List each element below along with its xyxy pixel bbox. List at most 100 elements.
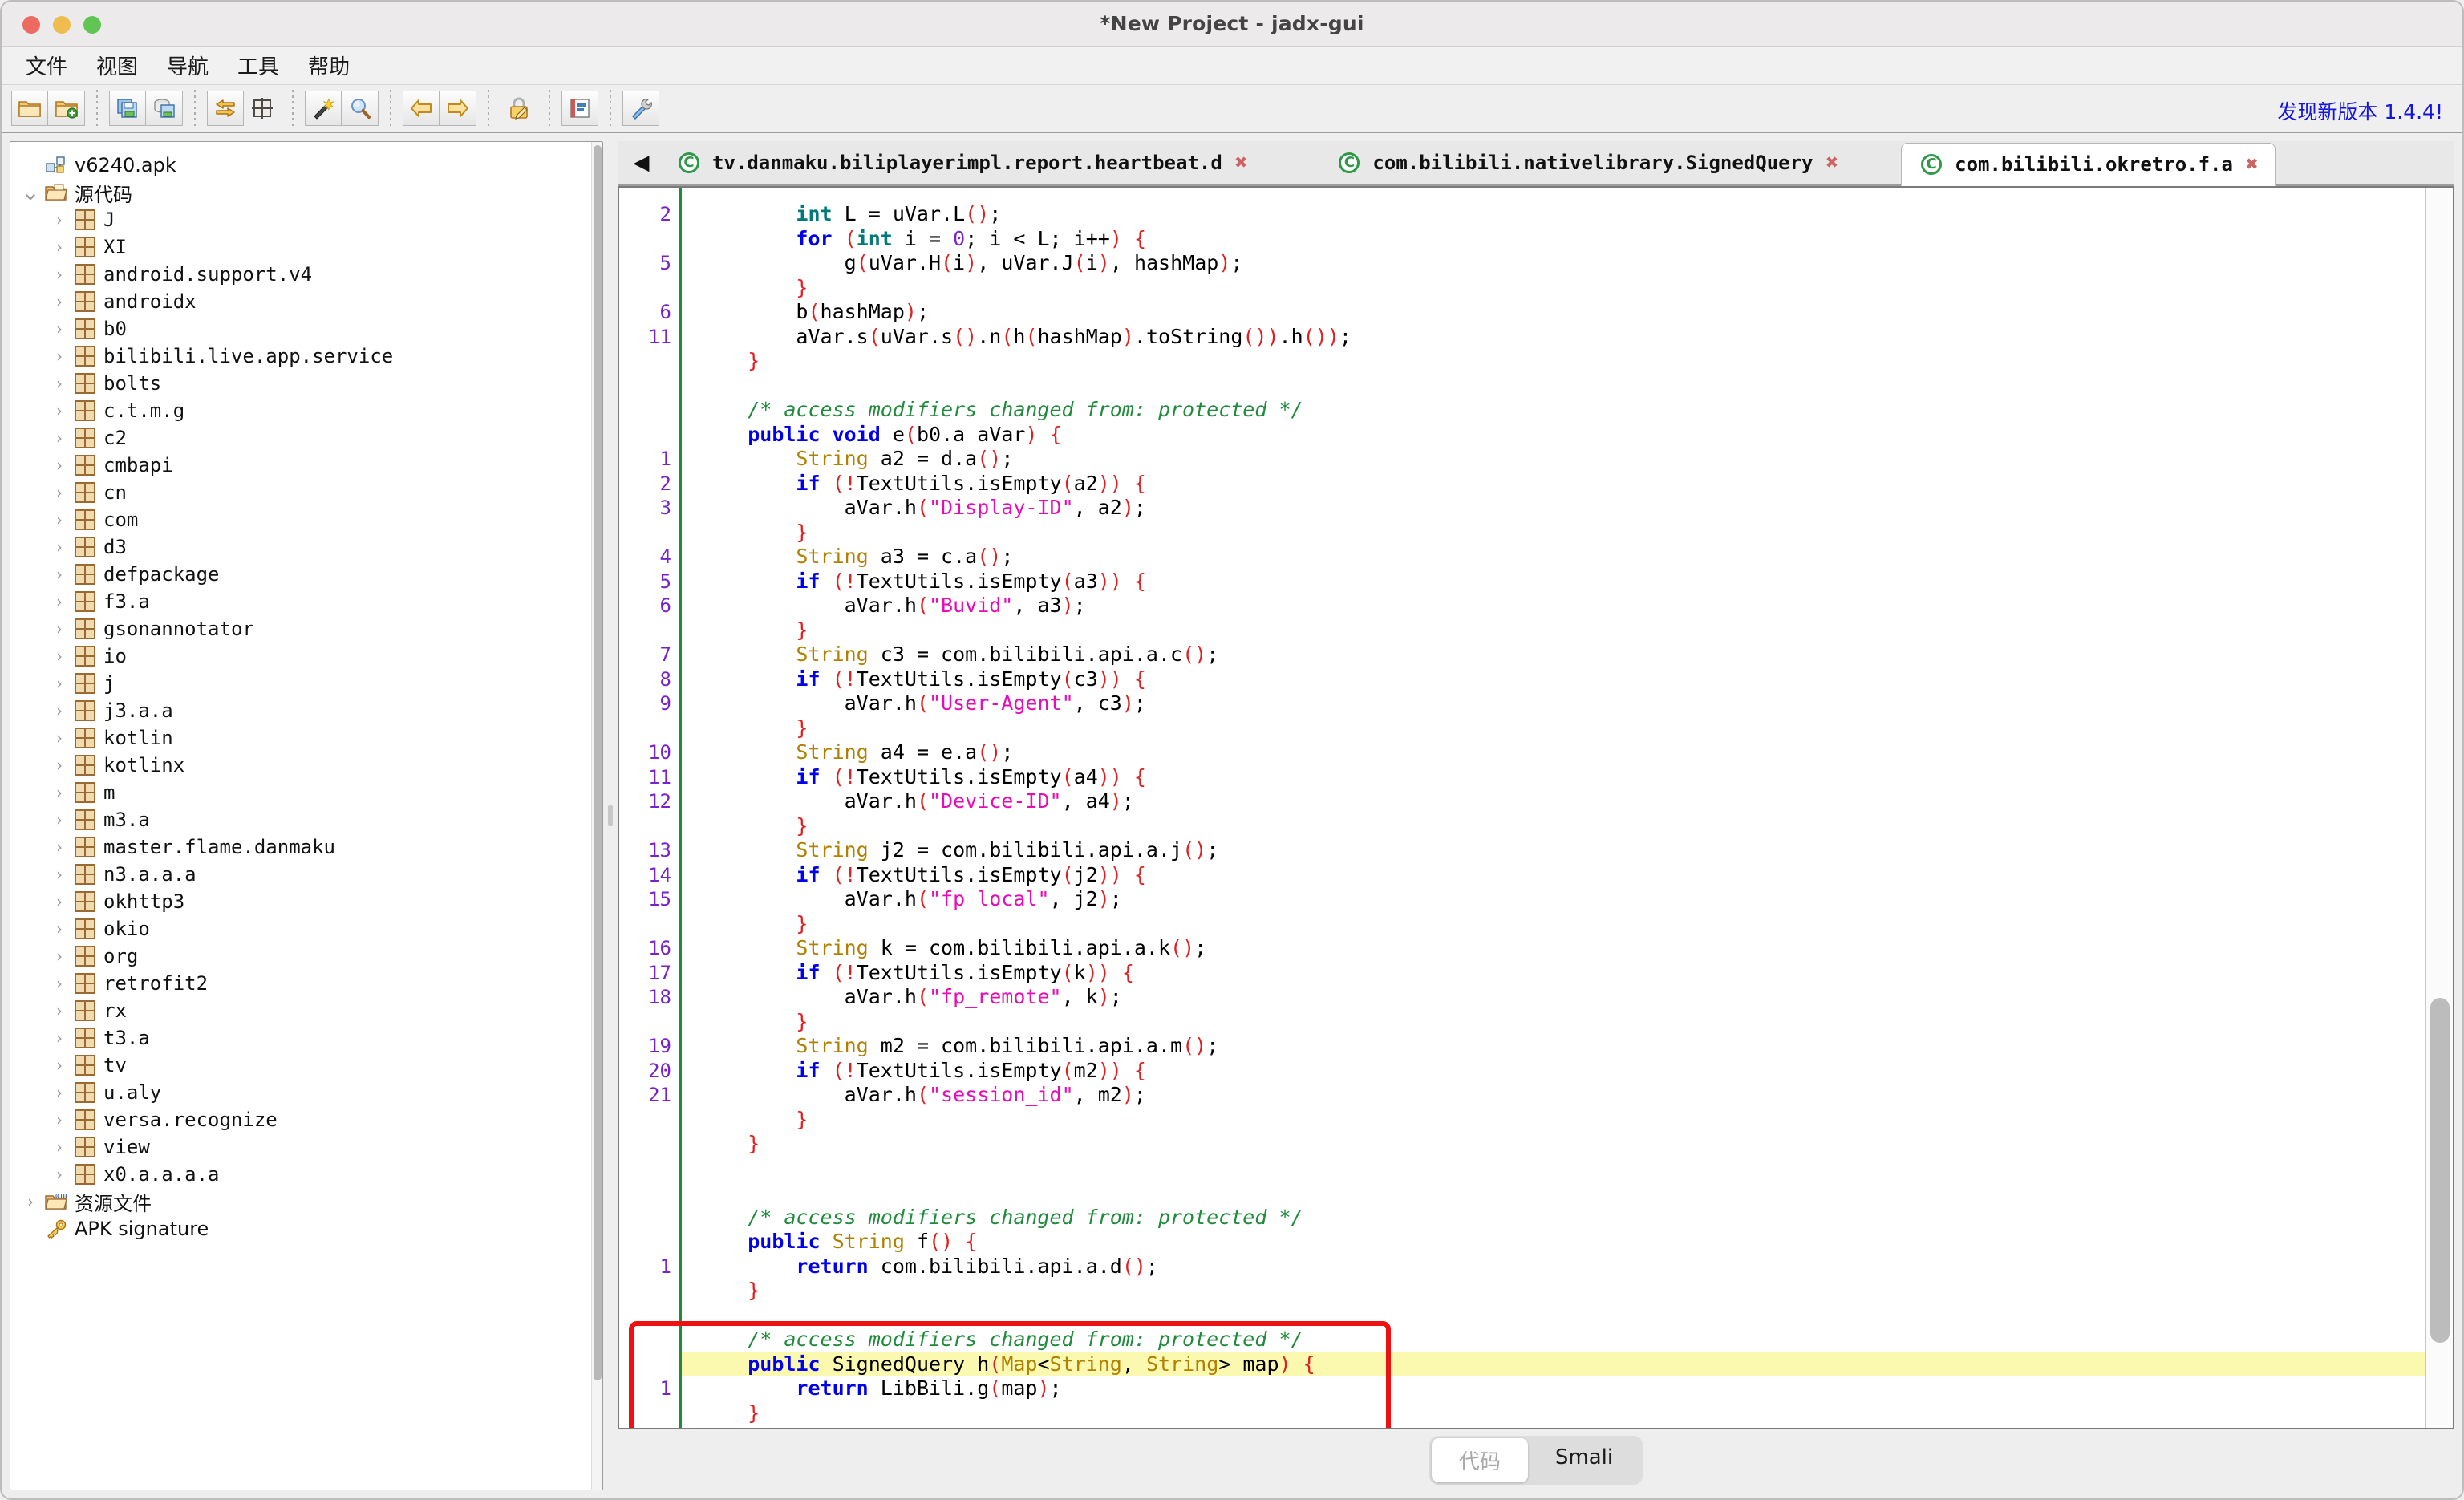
chevron-right-icon[interactable]: › (47, 292, 71, 311)
chevron-right-icon[interactable]: › (47, 483, 71, 502)
tab-signedquery[interactable]: C com.bilibili.nativelibrary.SignedQuery… (1319, 141, 1855, 184)
tree-node[interactable]: › c.t.m.g (47, 397, 602, 424)
code-view[interactable]: 2 5 6 11 1 2 3 4 5 6 7 8 9 10 11 12 13 14 15 16 17 18 19 20 21 1 1… (618, 186, 2454, 1429)
code-content[interactable]: int L = uVar.L(); for (int i = 0; i < L;… (682, 188, 2453, 1428)
chevron-right-icon[interactable]: › (47, 619, 71, 639)
chevron-right-icon[interactable]: › (47, 1028, 71, 1048)
chevron-right-icon[interactable]: › (47, 428, 71, 448)
tab-okretro-f-a[interactable]: C com.bilibili.okretro.f.a ✖ (1901, 143, 2276, 186)
chevron-right-icon[interactable]: › (47, 1110, 71, 1129)
chevron-right-icon[interactable]: › (47, 265, 71, 284)
tree-node[interactable]: › x0.a.a.a.a (47, 1161, 602, 1188)
chevron-right-icon[interactable]: › (47, 1001, 71, 1020)
chevron-right-icon[interactable]: › (18, 1192, 43, 1211)
tree-node[interactable]: › org (47, 943, 602, 970)
tree-node[interactable]: › okhttp3 (47, 888, 602, 915)
tab-code[interactable]: 代码 (1431, 1437, 1528, 1482)
tab-close-icon[interactable]: ✖ (1235, 152, 1248, 173)
tree-node[interactable]: › rx (47, 997, 602, 1024)
open-file-icon[interactable] (11, 91, 48, 126)
chevron-right-icon[interactable]: › (47, 728, 71, 748)
save-all-icon[interactable] (109, 91, 146, 126)
decompile-icon[interactable] (500, 91, 537, 126)
tree-node[interactable]: v6240.apk (18, 152, 602, 179)
deobfuscation-icon[interactable] (305, 91, 342, 126)
sidebar-vertical-scrollbar[interactable] (591, 142, 602, 1490)
code-vertical-scrollbar[interactable] (2426, 188, 2453, 1428)
tree-node[interactable]: › j (47, 670, 602, 697)
tab-close-icon[interactable]: ✖ (2246, 154, 2259, 175)
chevron-right-icon[interactable]: › (47, 565, 71, 584)
tab-smali[interactable]: Smali (1528, 1438, 1640, 1482)
chevron-right-icon[interactable]: › (47, 783, 71, 802)
tree-node[interactable]: › t3.a (47, 1024, 602, 1052)
tree-node[interactable]: › m3.a (47, 806, 602, 833)
chevron-right-icon[interactable]: › (47, 456, 71, 475)
chevron-right-icon[interactable]: › (47, 537, 71, 557)
chevron-right-icon[interactable]: › (47, 1056, 71, 1075)
chevron-down-icon[interactable]: ⌄ (18, 181, 43, 204)
code-scroll-thumb[interactable] (2430, 998, 2450, 1343)
tree-node[interactable]: › view (47, 1133, 602, 1161)
chevron-right-icon[interactable]: › (47, 237, 71, 257)
menu-file[interactable]: 文件 (13, 47, 80, 83)
chevron-right-icon[interactable]: › (47, 947, 71, 966)
chevron-right-icon[interactable]: › (47, 1137, 71, 1157)
tree-node[interactable]: › XI (47, 233, 602, 261)
chevron-right-icon[interactable]: › (47, 374, 71, 393)
tree-node[interactable]: ⌄ 源代码 (18, 179, 602, 206)
tree-node[interactable]: › 010 资源文件 (18, 1188, 602, 1215)
chevron-right-icon[interactable]: › (47, 1165, 71, 1184)
tree-node[interactable]: APK signature (18, 1215, 602, 1243)
sidebar-scroll-thumb[interactable] (594, 145, 602, 1380)
tree-node[interactable]: › kotlinx (47, 752, 602, 779)
chevron-right-icon[interactable]: › (47, 865, 71, 884)
tree-node[interactable]: › c2 (47, 424, 602, 452)
back-icon[interactable] (403, 91, 440, 126)
export-gradle-icon[interactable] (146, 91, 183, 126)
chevron-right-icon[interactable]: › (47, 837, 71, 857)
tree-node[interactable]: › tv (47, 1052, 602, 1079)
menu-navigation[interactable]: 导航 (154, 47, 221, 83)
chevron-right-icon[interactable]: › (47, 401, 71, 420)
minimize-window-button[interactable] (53, 16, 71, 34)
tree-node[interactable]: › bolts (47, 370, 602, 397)
tree-node[interactable]: › cmbapi (47, 452, 602, 479)
chevron-right-icon[interactable]: › (47, 810, 71, 829)
chevron-right-icon[interactable]: › (47, 701, 71, 720)
sync-icon[interactable] (207, 91, 244, 126)
tree-node[interactable]: › master.flame.danmaku (47, 833, 602, 861)
search-icon[interactable] (342, 91, 379, 126)
tab-heartbeat-d[interactable]: C tv.danmaku.biliplayerimpl.report.heart… (659, 141, 1264, 184)
tree-node[interactable]: › androidx (47, 288, 602, 315)
chevron-right-icon[interactable]: › (47, 647, 71, 666)
chevron-right-icon[interactable]: › (47, 919, 71, 939)
tree-node[interactable]: › gsonannotator (47, 615, 602, 643)
tree-node[interactable]: › io (47, 643, 602, 670)
tab-scroll-left-button[interactable]: ◀ (624, 141, 659, 184)
close-window-button[interactable] (22, 16, 40, 34)
chevron-right-icon[interactable]: › (47, 756, 71, 775)
tree-node[interactable]: › j3.a.a (47, 697, 602, 724)
tree-node[interactable]: › cn (47, 479, 602, 506)
forward-icon[interactable] (440, 91, 476, 126)
maximize-window-button[interactable] (83, 16, 101, 34)
tree-node[interactable]: › m (47, 779, 602, 806)
tree-node[interactable]: › d3 (47, 533, 602, 561)
tree-node[interactable]: › defpackage (47, 561, 602, 588)
panel-splitter[interactable] (603, 133, 618, 1498)
chevron-right-icon[interactable]: › (47, 210, 71, 229)
new-version-link[interactable]: 发现新版本 1.4.4! (2277, 96, 2443, 125)
tree-node[interactable]: › n3.a.a.a (47, 861, 602, 888)
chevron-right-icon[interactable]: › (47, 347, 71, 366)
tree-node[interactable]: › f3.a (47, 588, 602, 615)
tree-node[interactable]: › com (47, 506, 602, 533)
chevron-right-icon[interactable]: › (47, 892, 71, 911)
tab-close-icon[interactable]: ✖ (1826, 152, 1839, 173)
menu-view[interactable]: 视图 (83, 47, 151, 83)
chevron-right-icon[interactable]: › (47, 510, 71, 529)
chevron-right-icon[interactable]: › (47, 674, 71, 693)
chevron-right-icon[interactable]: › (47, 974, 71, 993)
menu-tools[interactable]: 工具 (225, 47, 292, 83)
menu-help[interactable]: 帮助 (295, 47, 363, 83)
